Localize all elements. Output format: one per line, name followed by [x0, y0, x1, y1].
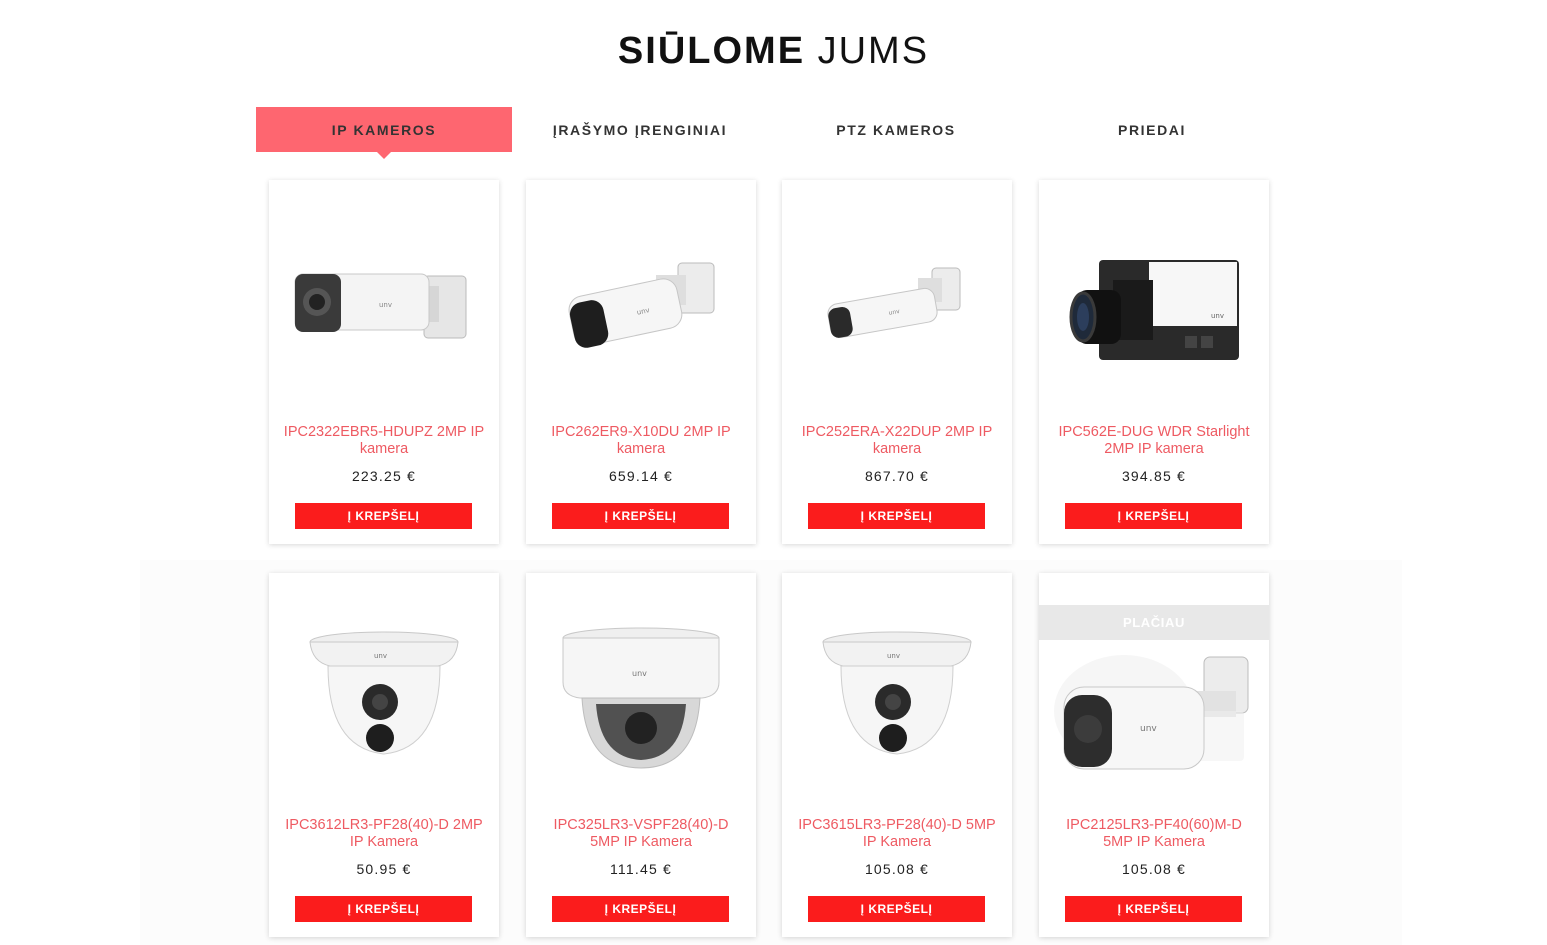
- product-image[interactable]: unv: [1054, 210, 1254, 400]
- add-to-cart-button[interactable]: Į KREPŠELĮ: [295, 896, 472, 922]
- add-to-cart-button[interactable]: Į KREPŠELĮ: [295, 503, 472, 529]
- svg-text:unv: unv: [1211, 312, 1224, 320]
- add-to-cart-button[interactable]: Į KREPŠELĮ: [552, 503, 729, 529]
- title-bold: SIŪLOME: [617, 30, 806, 72]
- product-card[interactable]: unv IPC3615LR3-PF28(40)-D 5MP IP Kamera …: [782, 573, 1012, 937]
- product-name[interactable]: IPC3612LR3-PF28(40)-D 2MP IP Kamera: [281, 817, 487, 851]
- section-title: SIŪLOME JUMS: [0, 30, 1547, 73]
- product-name[interactable]: IPC262ER9-X10DU 2MP IP kamera: [538, 424, 744, 458]
- tab-ip-kameros[interactable]: IP KAMEROS: [256, 107, 512, 159]
- product-name[interactable]: IPC325LR3-VSPF28(40)-D 5MP IP Kamera: [538, 817, 744, 851]
- svg-text:unv: unv: [887, 652, 900, 660]
- add-to-cart-button[interactable]: Į KREPŠELĮ: [552, 896, 729, 922]
- product-image[interactable]: unv: [284, 603, 484, 793]
- tab-ptz-kameros[interactable]: PTZ KAMEROS: [768, 107, 1024, 152]
- title-light: JUMS: [817, 30, 930, 72]
- product-card[interactable]: unv IPC252ERA-X22DUP 2MP IP kamera 867.7…: [782, 180, 1012, 544]
- product-price: 105.08 €: [864, 861, 930, 877]
- product-card[interactable]: unv IPC262ER9-X10DU 2MP IP kamera 659.14…: [526, 180, 756, 544]
- tab-irasymo-irenginiai[interactable]: ĮRAŠYMO ĮRENGINIAI: [512, 107, 768, 152]
- product-name[interactable]: IPC2125LR3-PF40(60)M-D 5MP IP Kamera: [1051, 817, 1257, 851]
- category-tabs: IP KAMEROS ĮRAŠYMO ĮRENGINIAI PTZ KAMERO…: [256, 107, 1282, 159]
- box-camera-icon: unv: [1069, 260, 1239, 360]
- product-image[interactable]: unv: [1049, 641, 1259, 791]
- product-price: 223.25 €: [351, 468, 417, 484]
- product-price: 111.45 €: [609, 861, 673, 877]
- product-price: 105.08 €: [1121, 861, 1187, 877]
- svg-text:unv: unv: [1140, 724, 1157, 734]
- product-name[interactable]: IPC2322EBR5-HDUPZ 2MP IP kamera: [281, 424, 487, 458]
- add-to-cart-button[interactable]: Į KREPŠELĮ: [808, 503, 985, 529]
- product-name[interactable]: IPC3615LR3-PF28(40)-D 5MP IP Kamera: [794, 817, 1000, 851]
- product-card[interactable]: unv IPC325LR3-VSPF28(40)-D 5MP IP Kamera…: [526, 573, 756, 937]
- product-image[interactable]: unv: [541, 603, 741, 793]
- tab-priedai[interactable]: PRIEDAI: [1024, 107, 1280, 152]
- turret-camera-icon: unv: [309, 631, 459, 755]
- product-card[interactable]: unv IPC562E-DUG WDR Starlight 2MP IP kam…: [1039, 180, 1269, 544]
- product-price: 867.70 €: [864, 468, 930, 484]
- product-card[interactable]: unv IPC2322EBR5-HDUPZ 2MP IP kamera 223.…: [269, 180, 499, 544]
- add-to-cart-button[interactable]: Į KREPŠELĮ: [808, 896, 985, 922]
- mini-bullet-camera-icon: unv: [1054, 655, 1249, 770]
- product-name[interactable]: IPC252ERA-X22DUP 2MP IP kamera: [794, 424, 1000, 458]
- dome-camera-icon: unv: [562, 627, 720, 769]
- turret-camera-icon: unv: [822, 631, 972, 755]
- bullet-camera-icon: unv: [827, 267, 961, 338]
- product-image[interactable]: unv: [797, 603, 997, 793]
- svg-text:unv: unv: [379, 301, 392, 309]
- more-info-button[interactable]: PLAČIAU: [1039, 605, 1269, 640]
- product-card[interactable]: unv IPC3612LR3-PF28(40)-D 2MP IP Kamera …: [269, 573, 499, 937]
- bullet-camera-icon: unv: [294, 273, 467, 339]
- svg-text:unv: unv: [632, 669, 647, 678]
- product-price: 659.14 €: [608, 468, 674, 484]
- product-image[interactable]: unv: [541, 210, 741, 400]
- bullet-camera-icon: unv: [568, 262, 715, 348]
- product-card[interactable]: PLAČIAU unv IPC2125LR3-PF40(60)M-D 5MP I…: [1039, 573, 1269, 937]
- product-image[interactable]: unv: [284, 210, 484, 400]
- add-to-cart-button[interactable]: Į KREPŠELĮ: [1065, 503, 1242, 529]
- product-name[interactable]: IPC562E-DUG WDR Starlight 2MP IP kamera: [1051, 424, 1257, 458]
- product-price: 394.85 €: [1121, 468, 1187, 484]
- svg-text:unv: unv: [374, 652, 387, 660]
- product-image[interactable]: unv: [797, 210, 997, 400]
- product-price: 50.95 €: [356, 861, 412, 877]
- add-to-cart-button[interactable]: Į KREPŠELĮ: [1065, 896, 1242, 922]
